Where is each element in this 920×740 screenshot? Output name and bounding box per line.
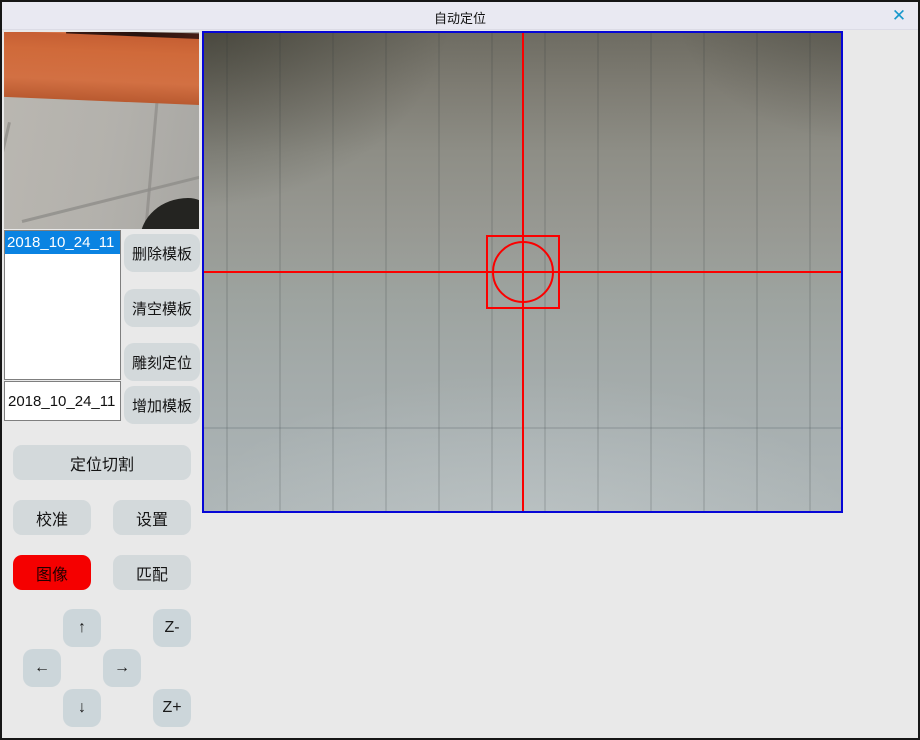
title-bar: 自动定位 ✕ [2, 2, 918, 30]
add-template-button[interactable]: 增加模板 [124, 386, 200, 424]
jog-right-button[interactable]: → [103, 649, 141, 687]
thumb-tile-line [4, 122, 11, 229]
template-list[interactable]: 2018_10_24_11 [4, 230, 121, 380]
close-icon[interactable]: ✕ [888, 5, 910, 27]
clear-templates-button[interactable]: 清空模板 [124, 289, 200, 327]
list-item[interactable]: 2018_10_24_11 [5, 231, 120, 254]
template-thumbnail [4, 32, 199, 229]
target-circle [492, 241, 554, 303]
z-minus-button[interactable]: Z- [153, 609, 191, 647]
z-plus-button[interactable]: Z+ [153, 689, 191, 727]
thumb-orange-band [4, 32, 199, 105]
image-button[interactable]: 图像 [13, 555, 91, 590]
jog-left-button[interactable]: ← [23, 649, 61, 687]
match-button[interactable]: 匹配 [113, 555, 191, 590]
jog-down-button[interactable]: ↓ [63, 689, 101, 727]
template-name-input[interactable] [4, 381, 121, 421]
position-cut-button[interactable]: 定位切割 [13, 445, 191, 480]
settings-button[interactable]: 设置 [113, 500, 191, 535]
engrave-position-button[interactable]: 雕刻定位 [124, 343, 200, 381]
jog-up-button[interactable]: ↑ [63, 609, 101, 647]
camera-view[interactable] [202, 31, 843, 513]
window-title: 自动定位 [2, 8, 918, 27]
calibrate-button[interactable]: 校准 [13, 500, 91, 535]
delete-template-button[interactable]: 删除模板 [124, 234, 200, 272]
